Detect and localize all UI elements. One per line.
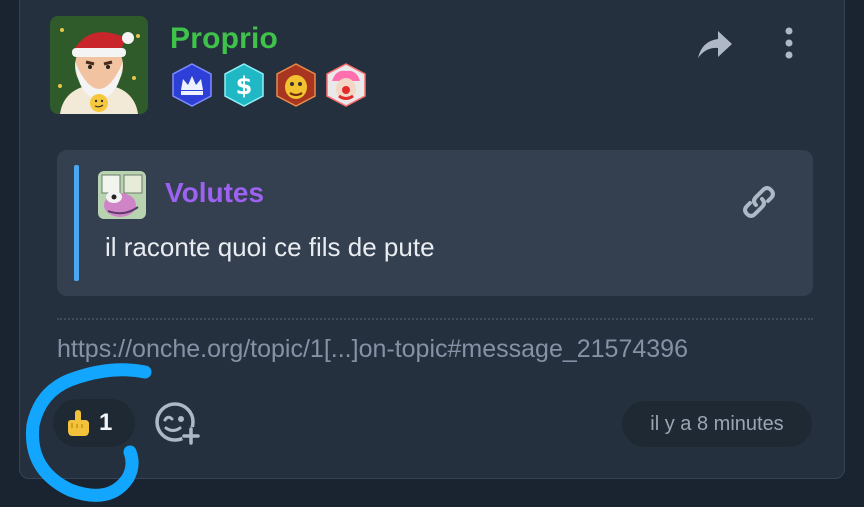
quoted-message: Volutes il raconte quoi ce fils de pute: [57, 150, 813, 296]
timestamp-badge: il y a 8 minutes: [622, 401, 812, 447]
dollar-badge-icon[interactable]: $: [222, 63, 266, 107]
santa-avatar-icon: [50, 16, 148, 114]
clown-badge-icon[interactable]: [324, 63, 368, 107]
divider: [57, 318, 813, 320]
reaction-count: 1: [99, 409, 113, 436]
add-reaction-icon[interactable]: [153, 400, 203, 448]
reaction-button[interactable]: 1: [53, 399, 135, 447]
middle-finger-emoji-icon: [68, 410, 89, 436]
more-vertical-icon[interactable]: [774, 25, 804, 65]
crown-badge-icon[interactable]: [170, 63, 214, 107]
message-url-link[interactable]: https://onche.org/topic/1[...]on-topic#m…: [57, 335, 688, 364]
author-name[interactable]: Proprio: [170, 22, 278, 56]
svg-text:$: $: [236, 72, 253, 100]
share-icon[interactable]: [694, 25, 734, 65]
quote-author-name[interactable]: Volutes: [165, 177, 264, 209]
author-avatar[interactable]: [50, 16, 148, 114]
cartoon-character-badge-icon[interactable]: [274, 63, 318, 107]
link-icon[interactable]: [737, 180, 781, 224]
quote-text: il raconte quoi ce fils de pute: [105, 232, 435, 262]
quote-bar: [74, 165, 79, 281]
cartoon-avatar-icon: [98, 171, 146, 219]
quote-author-avatar[interactable]: [98, 171, 146, 219]
